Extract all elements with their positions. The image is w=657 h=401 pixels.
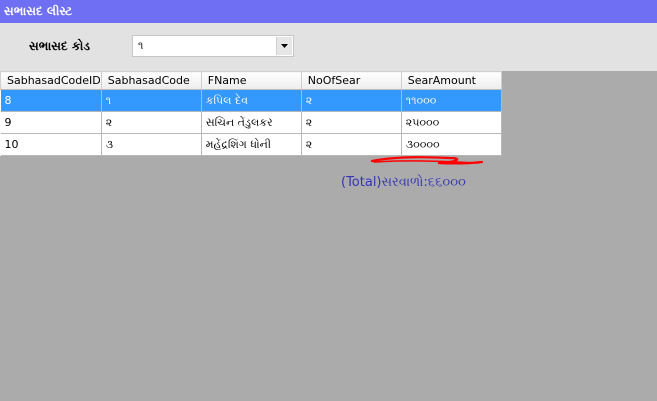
column-header-fname[interactable]: FName xyxy=(200,71,302,90)
table-row[interactable]: 10 ૩ મહેંદ્રશિંગ ધોની ૨ ૩૦૦૦૦ xyxy=(0,133,502,156)
cell-noofsear[interactable]: ૨ xyxy=(301,133,402,156)
total-amount-label: (Total)સરવાળો:૬૬૦૦૦ xyxy=(341,175,466,190)
cell-sabhasadcode[interactable]: ૧ xyxy=(101,89,202,112)
cell-noofsear[interactable]: ૨ xyxy=(301,111,402,134)
red-annotation-mark xyxy=(370,156,484,165)
table-row[interactable]: 9 ૨ સચિન તેંડુલકર ૨ ૨૫૦૦૦ xyxy=(0,111,502,134)
cell-fname[interactable]: કપિલ દેવ xyxy=(201,89,302,112)
window-title-bar: સભાસદ લીસ્ટ xyxy=(0,0,657,23)
cell-searamount[interactable]: ૩૦૦૦૦ xyxy=(401,133,502,156)
cell-searamount[interactable]: ૧૧૦૦૦ xyxy=(401,89,502,112)
column-header-sabhasadcodeid[interactable]: SabhasadCodeID xyxy=(0,71,102,90)
cell-sabhasadcodeid[interactable]: 8 xyxy=(0,89,102,112)
cell-sabhasadcodeid[interactable]: 9 xyxy=(0,111,102,134)
sabhasad-code-selected-value: ૧ xyxy=(138,39,144,52)
column-header-sabhasadcode[interactable]: SabhasadCode xyxy=(100,71,202,90)
cell-sabhasadcode[interactable]: ૨ xyxy=(101,111,202,134)
cell-sabhasadcodeid[interactable]: 10 xyxy=(0,133,102,156)
cell-searamount[interactable]: ૨૫૦૦૦ xyxy=(401,111,502,134)
column-header-searamount[interactable]: SearAmount xyxy=(400,71,502,90)
filter-panel: સભાસદ કોડ ૧ xyxy=(0,23,657,71)
sabhasad-code-label: સભાસદ કોડ xyxy=(29,39,90,53)
dropdown-button[interactable] xyxy=(276,37,292,55)
sabhasad-data-grid[interactable]: SabhasadCodeID SabhasadCode FName NoOfSe… xyxy=(0,71,502,156)
column-header-noofsear[interactable]: NoOfSear xyxy=(300,71,402,90)
cell-sabhasadcode[interactable]: ૩ xyxy=(101,133,202,156)
cell-noofsear[interactable]: ૨ xyxy=(301,89,402,112)
window-title: સભાસદ લીસ્ટ xyxy=(4,4,73,18)
chevron-down-icon xyxy=(281,44,288,48)
cell-fname[interactable]: સચિન તેંડુલકર xyxy=(201,111,302,134)
grid-header-row: SabhasadCodeID SabhasadCode FName NoOfSe… xyxy=(0,71,502,90)
table-row[interactable]: 8 ૧ કપિલ દેવ ૨ ૧૧૦૦૦ xyxy=(0,89,502,112)
cell-fname[interactable]: મહેંદ્રશિંગ ધોની xyxy=(201,133,302,156)
sabhasad-code-dropdown[interactable]: ૧ xyxy=(132,35,294,57)
